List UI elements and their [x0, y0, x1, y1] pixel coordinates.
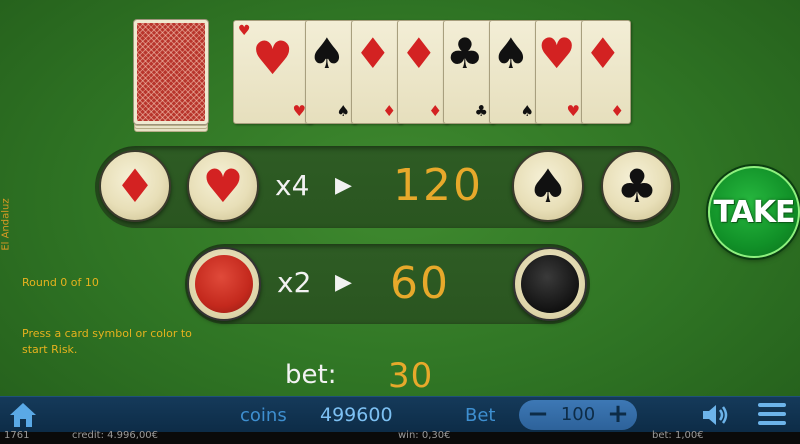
status-bar: 1761 credit: 4.996,00€ win: 0,30€ bet: 1… — [0, 430, 800, 444]
diamond-icon: ♦ — [584, 29, 622, 78]
history-card: ♠ ♠ — [489, 20, 541, 124]
diamond-button[interactable]: ♦ — [99, 150, 171, 222]
credit-text: credit: 4.996,00€ — [72, 430, 159, 441]
brand-name: El Andaluz — [0, 198, 12, 251]
menu-icon-line — [758, 421, 786, 425]
coins-label: coins — [240, 405, 287, 426]
speaker-icon — [703, 405, 728, 425]
red-color-button[interactable] — [187, 247, 261, 321]
spade-icon: ♠ — [520, 102, 534, 120]
heart-icon: ♥ — [252, 31, 294, 85]
bet-label: bet: — [285, 360, 337, 390]
history-card: ♥ ♥ ♥ — [233, 20, 313, 124]
black-dot-icon — [521, 255, 579, 313]
history-card: ♣ ♣ — [443, 20, 495, 124]
history-card: ♠ ♠ — [305, 20, 357, 124]
spade-button[interactable]: ♠ — [512, 150, 584, 222]
take-button[interactable]: TAKE — [708, 166, 800, 258]
hint-text: Press a card symbol or color to start Ri… — [22, 327, 192, 356]
heart-icon: ♥ — [292, 102, 306, 120]
brand-vertical: El Andaluz — [0, 185, 12, 265]
bet-increase-button[interactable]: + — [603, 400, 633, 430]
card-back — [134, 20, 208, 124]
take-label: TAKE — [713, 194, 795, 230]
bet-text: bet: 1,00€ — [652, 430, 704, 441]
heart-icon: ♥ — [202, 159, 244, 213]
suit-multiplier: x4 — [275, 169, 310, 202]
win-text: win: 0,30€ — [398, 430, 451, 441]
menu-icon-line — [758, 403, 786, 407]
red-dot-icon — [195, 255, 253, 313]
spade-icon: ♠ — [527, 159, 569, 213]
bet-value: 30 — [388, 356, 434, 396]
arrow-right-icon: ▶ — [335, 173, 352, 198]
diamond-icon: ♦ — [428, 102, 442, 120]
diamond-icon: ♦ — [114, 159, 156, 213]
card-deck — [134, 20, 210, 132]
diamond-icon: ♦ — [382, 102, 396, 120]
home-button[interactable] — [8, 401, 38, 429]
bet-stepper: − 100 + — [519, 400, 637, 430]
diamond-icon: ♦ — [610, 102, 624, 120]
history-card: ♦ ♦ — [397, 20, 449, 124]
color-bet-row: x2 ▶ 60 — [185, 244, 590, 324]
menu-button[interactable] — [758, 403, 786, 427]
history-card: ♦ ♦ — [351, 20, 403, 124]
heart-button[interactable]: ♥ — [187, 150, 259, 222]
club-icon: ♣ — [474, 102, 488, 120]
club-icon: ♣ — [446, 29, 484, 78]
spade-icon: ♠ — [336, 102, 350, 120]
heart-icon: ♥ — [566, 102, 580, 120]
suit-bet-row: ♦ ♥ x4 ▶ 120 ♠ ♣ — [95, 146, 680, 228]
heart-icon: ♥ — [538, 29, 576, 78]
home-icon — [10, 403, 36, 427]
bet-stepper-label: Bet — [465, 405, 496, 426]
spade-icon: ♠ — [492, 29, 530, 78]
bottom-bar: coins 499600 Bet − 100 + — [0, 396, 800, 432]
bet-decrease-button[interactable]: − — [523, 400, 553, 430]
suit-payout: 120 — [393, 160, 483, 211]
round-counter: Round 0 of 10 — [22, 276, 99, 289]
club-icon: ♣ — [616, 159, 658, 213]
history-card: ♦ ♦ — [581, 20, 631, 124]
color-payout: 60 — [390, 258, 450, 309]
history-card: ♥ ♥ — [535, 20, 587, 124]
session-id: 1761 — [4, 430, 30, 441]
arrow-right-icon: ▶ — [335, 270, 352, 295]
spade-icon: ♠ — [308, 29, 346, 78]
diamond-icon: ♦ — [400, 29, 438, 78]
diamond-icon: ♦ — [354, 29, 392, 78]
card-history: ♥ ♥ ♥ ♠ ♠ ♦ ♦ ♦ ♦ ♣ ♣ ♠ ♠ ♥ ♥ ♦ ♦ — [233, 20, 631, 124]
menu-icon-line — [758, 412, 786, 416]
color-multiplier: x2 — [277, 266, 312, 299]
coins-value: 499600 — [320, 404, 393, 426]
black-color-button[interactable] — [513, 247, 587, 321]
club-button[interactable]: ♣ — [601, 150, 673, 222]
sound-button[interactable] — [700, 401, 732, 429]
bet-stepper-value: 100 — [560, 404, 596, 425]
heart-icon: ♥ — [238, 23, 251, 39]
